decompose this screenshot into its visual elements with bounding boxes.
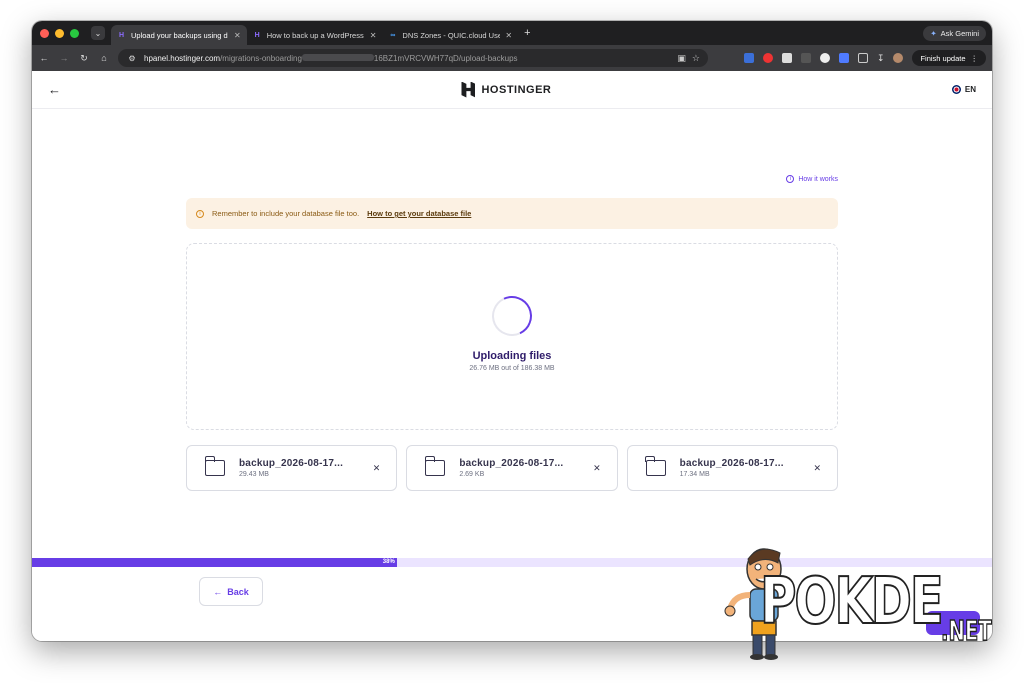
close-window-button[interactable] [40, 28, 49, 38]
close-tab-icon[interactable]: ✕ [370, 31, 377, 40]
tab-title: How to back up a WordPress [266, 30, 364, 40]
language-label: EN [964, 85, 976, 94]
url-path-end: 16BZ1mVRCVWH77qD/upload-backups [373, 53, 518, 63]
file-name: backup_2026-08-17... [459, 458, 564, 469]
alert-text: Remember to include your database file t… [212, 209, 360, 218]
hostinger-icon: H [254, 31, 260, 39]
browser-window: ⌄ H Upload your backups using d ✕ H How … [32, 21, 992, 641]
upload-progress-text: 26.76 MB out of 186.38 MB [469, 365, 555, 372]
browser-toolbar: ← → ↻ ⌂ ⚙ hpanel.hostinger.com/migration… [32, 45, 992, 71]
hostinger-icon: H [118, 31, 125, 39]
finish-update-button[interactable]: Finish update ⋮ [912, 50, 986, 66]
pokde-watermark: POKDE [759, 564, 944, 640]
close-tab-icon[interactable]: ✕ [234, 31, 241, 40]
ask-gemini-label: Ask Gemini [940, 28, 979, 38]
window-controls [40, 28, 79, 38]
download-icon[interactable]: ↧ [877, 53, 885, 64]
gemini-sparkle-icon: ✦ [930, 28, 937, 38]
folder-icon [424, 456, 446, 476]
hostinger-logo-icon [461, 81, 476, 98]
extension-icon[interactable] [800, 53, 811, 63]
back-arrow-icon: ← [213, 586, 223, 597]
zoom-window-button[interactable] [70, 28, 79, 38]
tab-upload-backups[interactable]: H Upload your backups using d ✕ [111, 25, 247, 45]
pokde-watermark-suffix: .NET [940, 613, 992, 648]
ask-gemini-button[interactable]: ✦ Ask Gemini [923, 25, 986, 41]
forward-arrow-icon[interactable]: → [58, 53, 70, 63]
extension-icon[interactable] [838, 53, 849, 63]
remove-file-icon[interactable]: ✕ [373, 463, 381, 474]
file-name: backup_2026-08-17... [239, 458, 344, 469]
extension-icon[interactable] [743, 53, 754, 63]
tab-title: DNS Zones - QUIC.cloud Use [402, 30, 501, 40]
warning-info-icon: i [196, 209, 204, 218]
file-name: backup_2026-08-17... [679, 458, 784, 469]
close-tab-icon[interactable]: ✕ [505, 31, 512, 40]
tab-title: Upload your backups using d [131, 30, 228, 40]
database-reminder-alert: i Remember to include your database file… [186, 198, 838, 229]
file-card: backup_2026-08-17... 17.34 MB ✕ [626, 445, 838, 491]
bookmark-star-icon[interactable]: ☆ [692, 53, 700, 64]
file-card: backup_2026-08-17... 2.69 KB ✕ [406, 445, 618, 491]
progress-percent: 38% [382, 559, 395, 565]
redacted-url-segment [301, 53, 374, 61]
uploaded-files-list: backup_2026-08-17... 29.43 MB ✕ backup_2… [186, 445, 838, 491]
progress-fill: 38% [32, 558, 397, 567]
back-label: Back [227, 586, 249, 597]
folder-icon [204, 456, 225, 476]
upload-dropzone[interactable]: Uploading files 26.76 MB out of 186.38 M… [186, 243, 838, 430]
back-arrow-icon[interactable]: ← [48, 82, 61, 97]
loading-spinner-icon [486, 290, 538, 342]
how-it-works-label: How it works [798, 175, 838, 183]
extension-icon[interactable] [762, 53, 773, 63]
remove-file-icon[interactable]: ✕ [813, 463, 821, 474]
new-tab-icon[interactable]: + [524, 27, 530, 39]
profile-avatar[interactable] [893, 53, 904, 63]
hostinger-logo: HOSTINGER [461, 81, 552, 98]
address-bar[interactable]: ⚙ hpanel.hostinger.com/migrations-onboar… [118, 49, 708, 67]
brand-name: HOSTINGER [481, 83, 552, 96]
file-size: 2.69 KB [459, 471, 485, 478]
page-content: ← HOSTINGER EN i How it works i Remember… [32, 71, 992, 641]
reload-icon[interactable]: ↻ [78, 53, 90, 64]
quic-cloud-icon: ∞ [390, 31, 396, 39]
file-size: 17.34 MB [679, 471, 710, 478]
finish-update-label: Finish update [920, 53, 966, 63]
tab-dns-zones[interactable]: ∞ DNS Zones - QUIC.cloud Use ✕ [382, 25, 518, 45]
language-selector[interactable]: EN [951, 85, 976, 94]
upload-status-title: Uploading files [472, 350, 552, 362]
more-menu-icon: ⋮ [970, 53, 979, 63]
site-settings-icon[interactable]: ⚙ [126, 54, 138, 63]
puzzle-icon[interactable] [857, 53, 868, 63]
uk-flag-icon [951, 85, 961, 94]
file-size: 29.43 MB [239, 471, 269, 478]
extension-icon[interactable] [819, 53, 830, 63]
tab-bar: ⌄ H Upload your backups using d ✕ H How … [32, 21, 992, 45]
info-icon: i [786, 175, 795, 183]
url-path-start: /migrations-onboarding [220, 53, 302, 63]
page-header: ← HOSTINGER EN [32, 71, 992, 109]
url-host: hpanel.hostinger.com [144, 53, 221, 63]
database-file-help-link[interactable]: How to get your database file [367, 209, 471, 218]
tab-wordpress-backup[interactable]: H How to back up a WordPress ✕ [247, 25, 383, 45]
back-arrow-icon[interactable]: ← [38, 53, 50, 63]
file-card: backup_2026-08-17... 29.43 MB ✕ [186, 445, 398, 491]
tab-search-icon[interactable]: ⌄ [91, 26, 105, 40]
extension-icon[interactable] [781, 53, 792, 63]
folder-icon [645, 456, 666, 476]
install-app-icon[interactable]: ▣ [677, 53, 686, 64]
back-button[interactable]: ← Back [199, 577, 263, 606]
how-it-works-link[interactable]: i How it works [786, 175, 838, 183]
minimize-window-button[interactable] [55, 28, 64, 38]
remove-file-icon[interactable]: ✕ [593, 463, 601, 474]
extensions-area: ↧ Finish update ⋮ [743, 50, 986, 66]
home-icon[interactable]: ⌂ [98, 53, 110, 63]
